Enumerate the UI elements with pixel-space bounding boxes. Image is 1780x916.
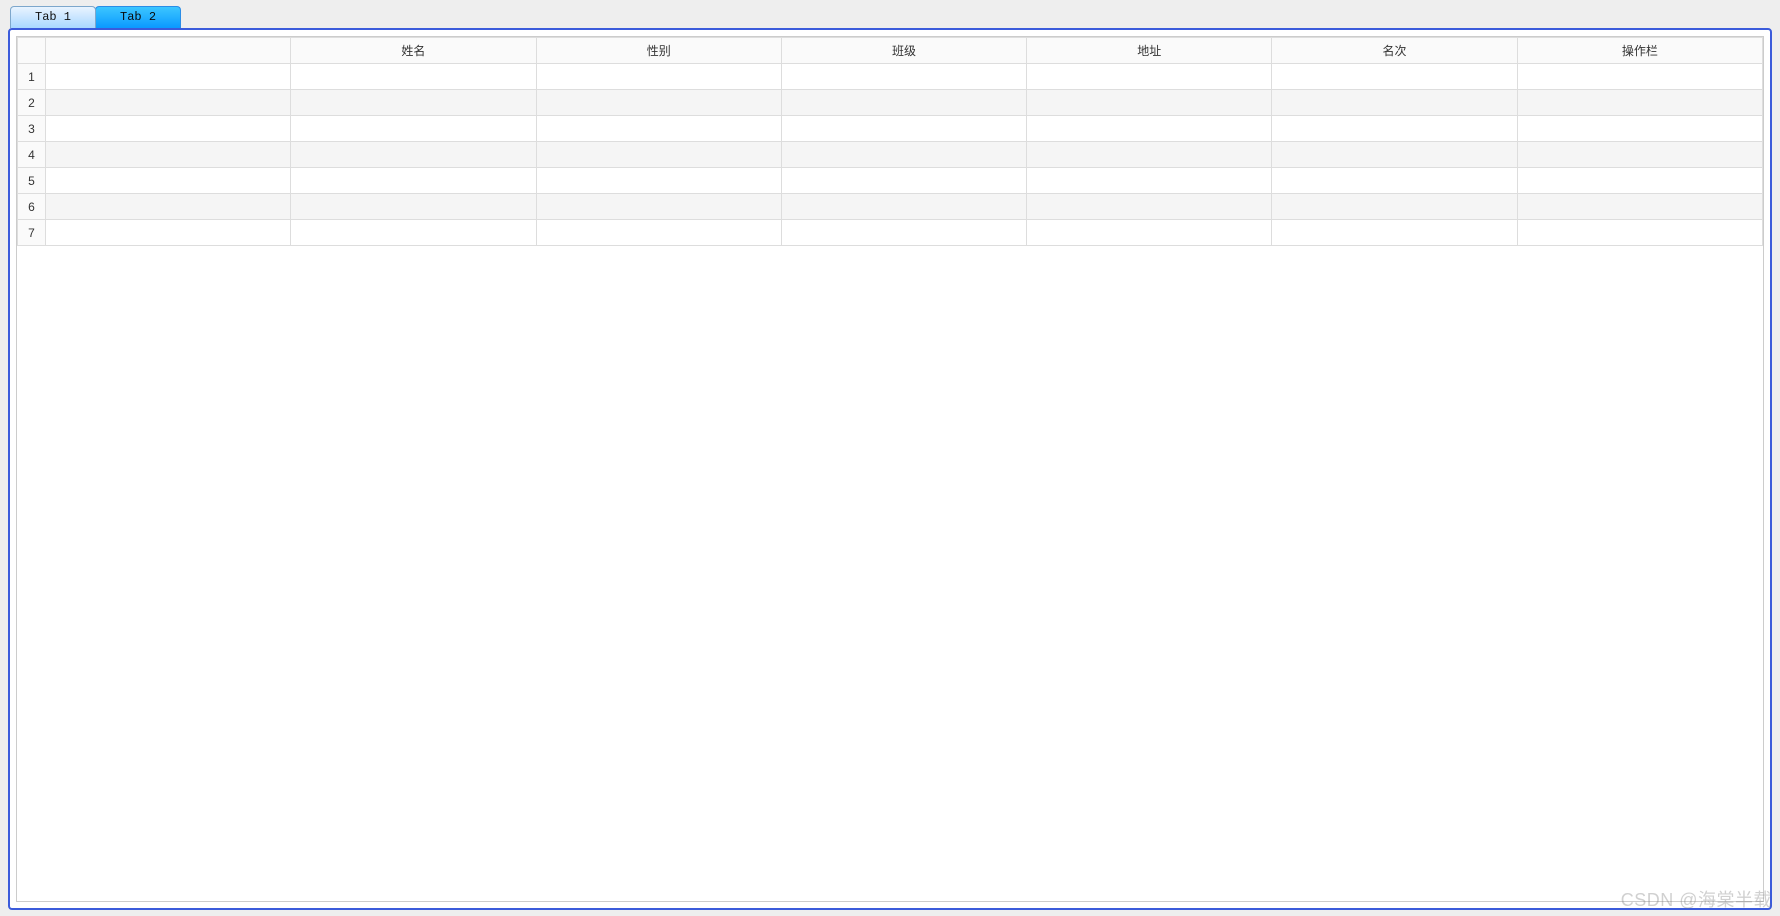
cell[interactable] — [291, 90, 536, 116]
col-rank[interactable]: 名次 — [1272, 38, 1517, 64]
cell[interactable] — [46, 116, 291, 142]
row-number: 6 — [18, 194, 46, 220]
table-row[interactable]: 1 — [18, 64, 1763, 90]
col-gender[interactable]: 性别 — [536, 38, 781, 64]
cell[interactable] — [1272, 194, 1517, 220]
col-name[interactable]: 姓名 — [291, 38, 536, 64]
col-class[interactable]: 班级 — [781, 38, 1026, 64]
cell[interactable] — [1517, 168, 1762, 194]
col-address[interactable]: 地址 — [1027, 38, 1272, 64]
cell[interactable] — [46, 220, 291, 246]
cell[interactable] — [781, 90, 1026, 116]
cell[interactable] — [1027, 168, 1272, 194]
row-number: 2 — [18, 90, 46, 116]
col-empty[interactable] — [46, 38, 291, 64]
row-number: 3 — [18, 116, 46, 142]
cell[interactable] — [291, 142, 536, 168]
cell[interactable] — [1027, 220, 1272, 246]
cell[interactable] — [291, 64, 536, 90]
rownum-header — [18, 38, 46, 64]
tab-2[interactable]: Tab 2 — [95, 6, 181, 28]
cell[interactable] — [1517, 116, 1762, 142]
cell[interactable] — [1517, 64, 1762, 90]
row-number: 1 — [18, 64, 46, 90]
table-header-row: 姓名 性别 班级 地址 名次 操作栏 — [18, 38, 1763, 64]
cell[interactable] — [781, 194, 1026, 220]
table-row[interactable]: 3 — [18, 116, 1763, 142]
table-row[interactable]: 5 — [18, 168, 1763, 194]
tab-1[interactable]: Tab 1 — [10, 6, 96, 28]
table-row[interactable]: 6 — [18, 194, 1763, 220]
cell[interactable] — [1517, 194, 1762, 220]
cell[interactable] — [536, 142, 781, 168]
cell[interactable] — [1517, 142, 1762, 168]
cell[interactable] — [1027, 142, 1272, 168]
cell[interactable] — [1027, 116, 1272, 142]
cell[interactable] — [536, 220, 781, 246]
cell[interactable] — [781, 64, 1026, 90]
cell[interactable] — [46, 168, 291, 194]
cell[interactable] — [1027, 64, 1272, 90]
data-table: 姓名 性别 班级 地址 名次 操作栏 1 — [17, 37, 1763, 246]
table-row[interactable]: 7 — [18, 220, 1763, 246]
cell[interactable] — [291, 194, 536, 220]
app-container: Tab 1 Tab 2 姓 — [0, 0, 1780, 916]
cell[interactable] — [1027, 90, 1272, 116]
data-table-wrap: 姓名 性别 班级 地址 名次 操作栏 1 — [16, 36, 1764, 902]
cell[interactable] — [46, 90, 291, 116]
cell[interactable] — [46, 64, 291, 90]
cell[interactable] — [536, 90, 781, 116]
row-number: 4 — [18, 142, 46, 168]
cell[interactable] — [1027, 194, 1272, 220]
cell[interactable] — [1272, 116, 1517, 142]
cell[interactable] — [1517, 220, 1762, 246]
cell[interactable] — [536, 64, 781, 90]
table-row[interactable]: 2 — [18, 90, 1763, 116]
table-row[interactable]: 4 — [18, 142, 1763, 168]
cell[interactable] — [291, 116, 536, 142]
cell[interactable] — [291, 168, 536, 194]
col-actions[interactable]: 操作栏 — [1517, 38, 1762, 64]
cell[interactable] — [536, 116, 781, 142]
tabs-header: Tab 1 Tab 2 — [10, 6, 1772, 28]
cell[interactable] — [46, 142, 291, 168]
cell[interactable] — [1272, 168, 1517, 194]
cell[interactable] — [291, 220, 536, 246]
row-number: 5 — [18, 168, 46, 194]
tab-panel: 姓名 性别 班级 地址 名次 操作栏 1 — [8, 28, 1772, 910]
cell[interactable] — [1272, 142, 1517, 168]
cell[interactable] — [1517, 90, 1762, 116]
cell[interactable] — [781, 116, 1026, 142]
cell[interactable] — [781, 142, 1026, 168]
cell[interactable] — [781, 168, 1026, 194]
cell[interactable] — [46, 194, 291, 220]
cell[interactable] — [1272, 90, 1517, 116]
cell[interactable] — [536, 194, 781, 220]
row-number: 7 — [18, 220, 46, 246]
cell[interactable] — [1272, 64, 1517, 90]
cell[interactable] — [781, 220, 1026, 246]
cell[interactable] — [536, 168, 781, 194]
cell[interactable] — [1272, 220, 1517, 246]
